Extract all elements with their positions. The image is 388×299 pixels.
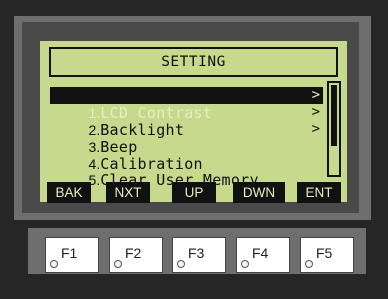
menu-item-lcd-contrast[interactable]: 1.LCD Contrast > — [50, 87, 323, 122]
softkey-bak[interactable]: BAK — [47, 182, 91, 203]
led-indicator-icon — [114, 260, 122, 268]
led-indicator-icon — [50, 260, 58, 268]
submenu-arrow-icon: > — [311, 87, 320, 103]
menu-item-backlight[interactable]: 2.Backlight > — [50, 104, 323, 139]
softkey-up[interactable]: UP — [172, 182, 216, 203]
function-key-label: F1 — [61, 245, 78, 261]
softkey-nxt[interactable]: NXT — [106, 182, 150, 203]
menu-item-calibration[interactable]: 4.Calibration — [50, 138, 323, 173]
menu-item-beep[interactable]: 3.Beep > — [50, 121, 323, 156]
function-key-f4[interactable]: F4 — [236, 237, 290, 273]
function-key-f3[interactable]: F3 — [172, 237, 226, 273]
submenu-arrow-icon: > — [311, 121, 320, 137]
function-key-f5[interactable]: F5 — [300, 237, 354, 273]
led-indicator-icon — [177, 260, 185, 268]
submenu-arrow-icon: > — [311, 104, 320, 120]
function-key-label: F5 — [316, 245, 333, 261]
softkey-dwn[interactable]: DWN — [233, 182, 285, 203]
menu-item-clear-user-memory[interactable]: 5.Clear User Memory — [50, 154, 323, 189]
function-key-label: F2 — [125, 245, 142, 261]
led-indicator-icon — [241, 260, 249, 268]
softkey-ent[interactable]: ENT — [297, 182, 341, 203]
function-key-f1[interactable]: F1 — [45, 237, 99, 273]
led-indicator-icon — [305, 260, 313, 268]
function-key-label: F3 — [188, 245, 205, 261]
scrollbar-thumb[interactable] — [331, 85, 337, 146]
function-key-f2[interactable]: F2 — [109, 237, 163, 273]
function-key-label: F4 — [252, 245, 269, 261]
device-body: SETTING 1.LCD Contrast > 2.Backlight > 3… — [0, 0, 388, 299]
screen-title: SETTING — [49, 47, 338, 77]
